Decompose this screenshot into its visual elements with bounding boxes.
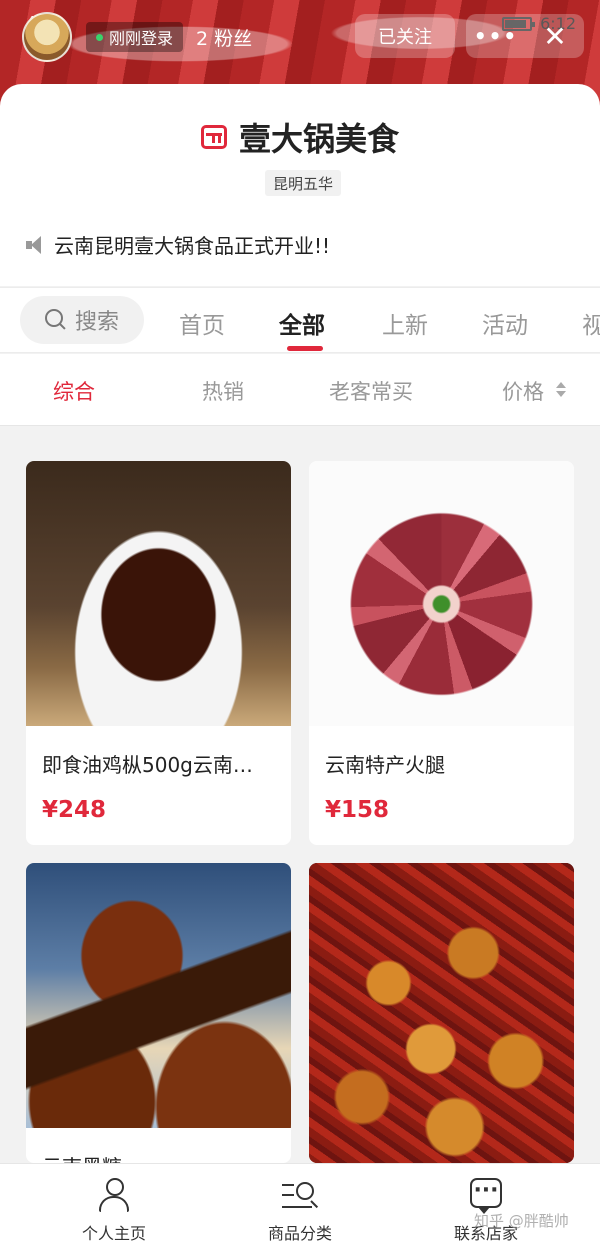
product-card[interactable]: 即食油鸡枞500g云南… ¥248 xyxy=(26,461,291,845)
chat-icon xyxy=(470,1178,502,1214)
watermark: 知乎 @胖酷帅 xyxy=(474,1212,569,1230)
speaker-icon xyxy=(26,235,46,255)
search-button[interactable]: 搜索 xyxy=(20,296,144,344)
person-icon xyxy=(99,1178,129,1214)
search-label: 搜索 xyxy=(74,310,119,335)
product-image xyxy=(309,863,574,1163)
product-name: 即食油鸡枞500g云南… xyxy=(42,753,253,777)
bottom-nav: 个人主页 商品分类 联系店家 xyxy=(0,1163,600,1247)
product-image xyxy=(309,461,574,726)
sort-bar: 综合 热销 老客常买 价格 xyxy=(0,354,600,426)
bottom-item-label: 个人主页 xyxy=(81,1224,146,1243)
product-name: 云南黑糖 xyxy=(42,1151,282,1163)
product-name: 云南特产火腿 xyxy=(325,753,445,777)
store-info-card: 壹大锅美食 昆明五华 云南昆明壹大锅食品正式开业!! xyxy=(0,84,600,286)
category-nav: 搜索 首页 全部 上新 活动 视 xyxy=(0,287,600,353)
tab-all[interactable]: 全部 xyxy=(279,306,325,340)
product-card[interactable]: 云南黑糖 xyxy=(26,863,291,1163)
store-notice[interactable]: 云南昆明壹大锅食品正式开业!! xyxy=(26,230,330,259)
tab-video[interactable]: 视 xyxy=(582,306,600,340)
product-image xyxy=(26,863,291,1128)
tab-new[interactable]: 上新 xyxy=(382,306,428,340)
tab-activity[interactable]: 活动 xyxy=(482,306,528,340)
bottom-item-label: 商品分类 xyxy=(267,1224,332,1243)
product-price: ¥248 xyxy=(42,797,107,823)
sort-overall[interactable]: 综合 xyxy=(53,376,95,406)
store-title: 壹大锅美食 xyxy=(0,114,600,160)
login-status-badge: 刚刚登录 xyxy=(86,22,184,52)
product-image xyxy=(26,461,291,726)
sort-hot[interactable]: 热销 xyxy=(202,376,244,406)
tab-home[interactable]: 首页 xyxy=(179,306,225,340)
notice-text: 云南昆明壹大锅食品正式开业!! xyxy=(54,234,331,258)
product-card[interactable] xyxy=(309,863,574,1163)
product-card[interactable]: 云南特产火腿 ¥158 xyxy=(309,461,574,845)
store-name: 壹大锅美食 xyxy=(238,120,399,158)
close-icon[interactable]: ✕ xyxy=(526,20,584,53)
product-price: ¥158 xyxy=(325,797,390,823)
category-icon xyxy=(282,1180,320,1212)
active-tab-indicator xyxy=(287,346,323,351)
login-status-text: 刚刚登录 xyxy=(109,29,174,48)
sort-repurchase[interactable]: 老客常买 xyxy=(329,376,413,406)
online-dot-icon xyxy=(96,33,103,41)
sort-price[interactable]: 价格 xyxy=(502,376,544,406)
fans-count: 2 粉丝 xyxy=(196,28,253,50)
mini-program-capsule: ••• ✕ xyxy=(466,14,584,58)
sort-arrows-icon xyxy=(556,382,566,400)
search-icon xyxy=(44,309,67,331)
follow-button[interactable]: 已关注 xyxy=(355,14,455,58)
more-icon[interactable]: ••• xyxy=(466,24,526,48)
store-avatar[interactable] xyxy=(22,12,72,62)
location-tag: 昆明五华 xyxy=(265,170,342,196)
store-icon xyxy=(200,125,227,149)
